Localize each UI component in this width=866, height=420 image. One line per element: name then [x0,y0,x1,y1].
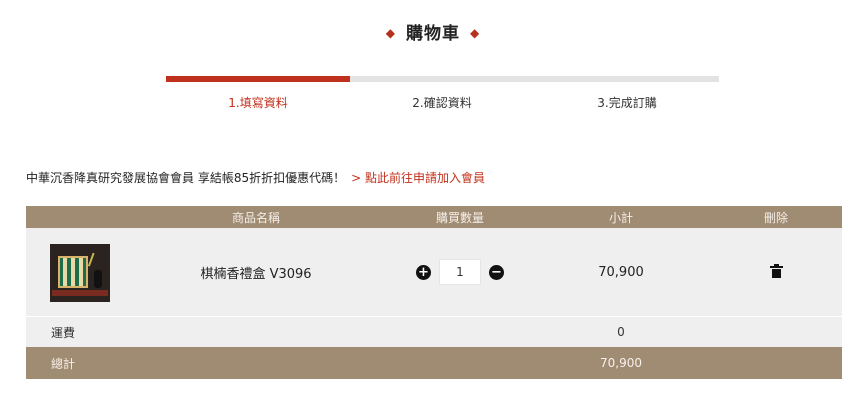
step-confirm-info: 2.確認資料 [412,96,472,110]
diamond-icon: ◆ [385,26,396,40]
cart-item-row: 棋楠香禮盒 V3096 + − 70,900 [26,228,842,317]
join-member-link[interactable]: > 點此前往申請加入會員 [351,171,485,185]
header-quantity: 購買數量 [435,210,484,225]
total-row: 總計 70,900 [26,347,842,379]
shipping-row: 運費 0 [26,317,842,347]
header-delete: 刪除 [763,210,788,225]
header-subtotal: 小計 [608,210,633,225]
minus-icon[interactable]: − [489,264,504,280]
shipping-label: 運費 [51,325,76,340]
item-subtotal: 70,900 [598,264,644,280]
plus-icon[interactable]: + [416,264,431,280]
diamond-icon: ◆ [470,26,481,40]
product-name: 棋楠香禮盒 V3096 [200,266,312,282]
quantity-stepper: + − [416,259,504,285]
total-value: 70,900 [600,356,642,370]
step-complete-order: 3.完成訂購 [597,96,657,110]
cart-table-header: 商品名稱 購買數量 小計 刪除 [26,206,842,228]
trash-icon[interactable] [769,264,783,278]
step-fill-info: 1.填寫資料 [228,96,288,110]
progress-bar [166,76,719,82]
member-promo: 中華沉香降真研究發展協會會員 享結帳85折折扣優惠代碼！ > 點此前往申請加入會員 [26,169,485,186]
product-thumbnail[interactable] [50,244,110,302]
cart-table: 商品名稱 購買數量 小計 刪除 棋楠香禮盒 V3096 + − 70,900 [26,206,842,379]
shipping-value: 0 [617,325,625,339]
total-label: 總計 [51,356,76,371]
page-title: ◆ 購物車 ◆ [0,19,866,44]
progress-bar-fill [166,76,351,82]
page-title-text: 購物車 [406,24,460,44]
quantity-input[interactable] [439,259,481,285]
promo-text: 中華沉香降真研究發展協會會員 享結帳85折折扣優惠代碼！ [26,171,346,185]
header-product-name: 商品名稱 [231,210,280,225]
